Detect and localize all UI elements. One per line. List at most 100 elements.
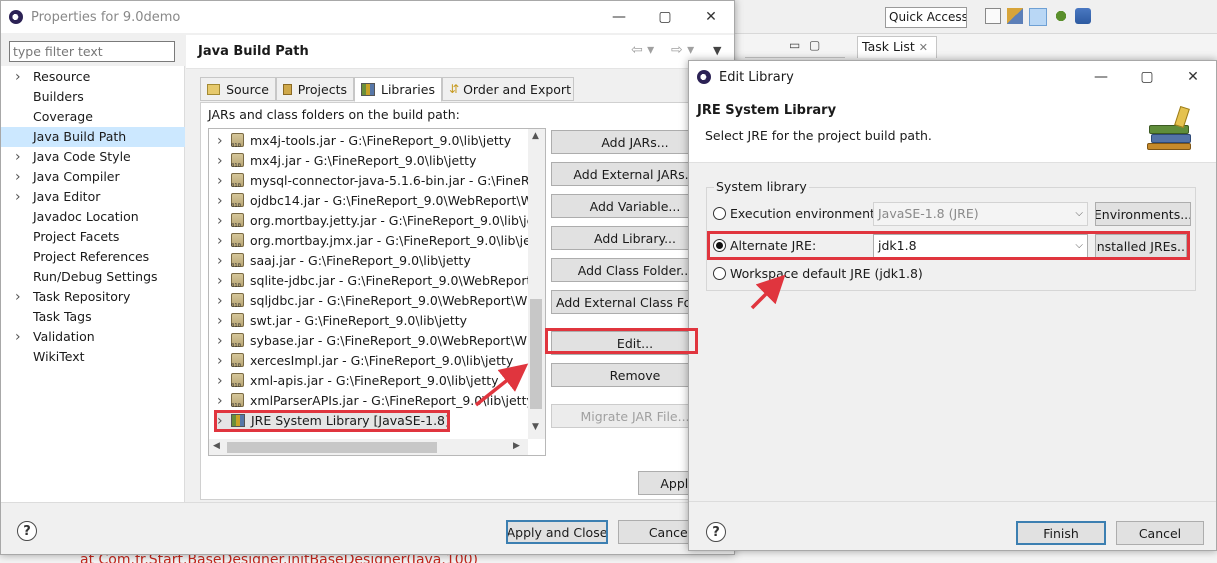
back-arrow-icon[interactable]: ⇦ ▾ bbox=[631, 42, 654, 58]
jar-item[interactable]: › xml-apis.jar - G:\FineReport_9.0\lib\je… bbox=[217, 371, 499, 396]
filter-input[interactable]: type filter text bbox=[9, 41, 175, 62]
chevron-right-icon[interactable]: › bbox=[217, 411, 231, 431]
tab-projects[interactable]: Projects bbox=[276, 77, 354, 101]
perspective-toolbar bbox=[985, 8, 1105, 28]
open-perspective-icon[interactable] bbox=[985, 8, 1001, 24]
chevron-right-icon[interactable]: › bbox=[15, 67, 33, 87]
chevron-right-icon[interactable]: › bbox=[217, 171, 231, 191]
jar-item[interactable]: › mx4j.jar - G:\FineReport_9.0\lib\jetty bbox=[217, 151, 476, 176]
quick-access-input[interactable]: Quick Access bbox=[885, 7, 967, 28]
view-menu-icon[interactable]: ▼ bbox=[713, 44, 721, 57]
chevron-right-icon[interactable]: › bbox=[217, 331, 231, 351]
chevron-right-icon[interactable]: › bbox=[217, 291, 231, 311]
jar-icon bbox=[231, 393, 244, 416]
apply-and-close-button[interactable]: Apply and Close bbox=[506, 520, 608, 544]
horizontal-scrollbar[interactable]: ◀ ▶ bbox=[209, 439, 528, 455]
nav-item[interactable]: Builders bbox=[1, 87, 185, 107]
chevron-right-icon[interactable]: › bbox=[217, 151, 231, 171]
nav-item[interactable]: › Java Compiler bbox=[1, 167, 185, 187]
close-icon[interactable]: ✕ bbox=[919, 41, 928, 54]
jar-item[interactable]: › ojdbc14.jar - G:\FineReport_9.0\WebRepo… bbox=[217, 191, 529, 216]
jar-item[interactable]: › mysql-connector-java-5.1.6-bin.jar - G:… bbox=[217, 171, 529, 196]
chevron-right-icon[interactable]: › bbox=[217, 191, 231, 211]
minimize-window-icon[interactable]: — bbox=[596, 1, 642, 33]
maximize-icon[interactable]: ▢ bbox=[809, 38, 820, 52]
finish-button[interactable]: Finish bbox=[1016, 521, 1106, 545]
nav-item[interactable]: › Resource bbox=[1, 67, 185, 87]
nav-item[interactable]: Task Tags bbox=[1, 307, 185, 327]
chevron-right-icon[interactable]: › bbox=[217, 371, 231, 391]
jar-item[interactable]: › sqljdbc.jar - G:\FineReport_9.0\WebRepo… bbox=[217, 291, 529, 316]
chevron-right-icon[interactable]: › bbox=[217, 311, 231, 331]
minimize-icon[interactable]: ▭ bbox=[789, 38, 800, 52]
chevron-right-icon[interactable]: › bbox=[15, 287, 33, 307]
vertical-scrollbar[interactable]: ▲ ▼ bbox=[528, 129, 545, 439]
debug-perspective-icon[interactable] bbox=[1053, 8, 1069, 24]
scroll-right-icon[interactable]: ▶ bbox=[513, 441, 520, 451]
alternate-jre-select[interactable]: jdk1.8 ⌵ bbox=[873, 234, 1088, 258]
jar-item[interactable]: › org.mortbay.jmx.jar - G:\FineReport_9.0… bbox=[217, 231, 529, 256]
tab-libraries[interactable]: Libraries bbox=[354, 77, 442, 102]
nav-item[interactable]: Java Build Path bbox=[1, 127, 185, 147]
chevron-right-icon[interactable]: › bbox=[15, 327, 33, 347]
environments-button[interactable]: Environments... bbox=[1095, 202, 1191, 226]
jar-item[interactable]: › sybase.jar - G:\FineReport_9.0\WebRepor… bbox=[217, 331, 529, 356]
chevron-down-icon: ⌵ bbox=[1075, 208, 1083, 219]
nav-item[interactable]: › Task Repository bbox=[1, 287, 185, 307]
forward-arrow-icon[interactable]: ⇨ ▾ bbox=[671, 42, 694, 58]
maximize-window-icon[interactable]: ▢ bbox=[642, 1, 688, 33]
alternate-jre-radio[interactable]: Alternate JRE: bbox=[713, 238, 816, 253]
nav-item[interactable]: › Validation bbox=[1, 327, 185, 347]
scroll-left-icon[interactable]: ◀ bbox=[213, 441, 220, 451]
chevron-right-icon[interactable]: › bbox=[217, 271, 231, 291]
installed-jres-button[interactable]: Installed JREs... bbox=[1095, 234, 1187, 258]
scroll-down-icon[interactable]: ▼ bbox=[532, 422, 539, 432]
help-icon[interactable]: ? bbox=[706, 522, 726, 542]
chevron-right-icon[interactable]: › bbox=[217, 131, 231, 151]
nav-item[interactable]: WikiText bbox=[1, 347, 185, 367]
jar-item[interactable]: › org.mortbay.jetty.jar - G:\FineReport_9… bbox=[217, 211, 529, 236]
execution-environment-radio[interactable]: Execution environment: bbox=[713, 206, 879, 221]
nav-item[interactable]: › Java Code Style bbox=[1, 147, 185, 167]
nav-item[interactable]: › Java Editor bbox=[1, 187, 185, 207]
tab-source-label: Source bbox=[226, 81, 269, 97]
jar-item[interactable]: › mx4j-tools.jar - G:\FineReport_9.0\lib\… bbox=[217, 131, 511, 156]
java-ee-perspective-icon[interactable] bbox=[1007, 8, 1023, 24]
nav-item[interactable]: Javadoc Location bbox=[1, 207, 185, 227]
chevron-right-icon[interactable]: › bbox=[217, 391, 231, 411]
jre-system-library-item[interactable]: › JRE System Library [JavaSE-1.8] bbox=[217, 411, 450, 431]
scroll-up-icon[interactable]: ▲ bbox=[532, 131, 539, 141]
chevron-right-icon[interactable]: › bbox=[217, 211, 231, 231]
chevron-right-icon[interactable]: › bbox=[217, 231, 231, 251]
maximize-window-icon[interactable]: ▢ bbox=[1124, 61, 1170, 93]
chevron-right-icon[interactable]: › bbox=[15, 167, 33, 187]
team-perspective-icon[interactable] bbox=[1075, 8, 1091, 24]
nav-item[interactable]: Project Facets bbox=[1, 227, 185, 247]
hscroll-thumb[interactable] bbox=[227, 442, 437, 453]
close-window-icon[interactable]: ✕ bbox=[688, 1, 734, 33]
chevron-right-icon[interactable]: › bbox=[15, 147, 33, 167]
jar-item[interactable]: › swt.jar - G:\FineReport_9.0\lib\jetty bbox=[217, 311, 467, 336]
chevron-right-icon[interactable]: › bbox=[15, 187, 33, 207]
jar-item[interactable]: › sqlite-jdbc.jar - G:\FineReport_9.0\Web… bbox=[217, 271, 529, 296]
chevron-right-icon[interactable]: › bbox=[217, 351, 231, 371]
execution-environment-select[interactable]: JavaSE-1.8 (JRE) ⌵ bbox=[873, 202, 1088, 226]
cancel-button[interactable]: Cancel bbox=[1116, 521, 1204, 545]
tab-source[interactable]: Source bbox=[200, 77, 276, 101]
editor-view-minmax: ▭ ▢ bbox=[745, 36, 845, 58]
workspace-default-radio[interactable]: Workspace default JRE (jdk1.8) bbox=[713, 266, 923, 281]
jar-item[interactable]: › saaj.jar - G:\FineReport_9.0\lib\jetty bbox=[217, 251, 471, 276]
scroll-thumb[interactable] bbox=[530, 299, 542, 409]
jar-item[interactable]: › xercesImpl.jar - G:\FineReport_9.0\lib\… bbox=[217, 351, 513, 376]
nav-item[interactable]: Run/Debug Settings bbox=[1, 267, 185, 287]
nav-item[interactable]: Project References bbox=[1, 247, 185, 267]
tab-order-export[interactable]: ⇵ Order and Export bbox=[442, 77, 574, 101]
java-perspective-icon[interactable] bbox=[1029, 8, 1047, 26]
close-window-icon[interactable]: ✕ bbox=[1170, 61, 1216, 93]
chevron-right-icon[interactable]: › bbox=[217, 251, 231, 271]
nav-item[interactable]: Coverage bbox=[1, 107, 185, 127]
minimize-window-icon[interactable]: — bbox=[1078, 61, 1124, 93]
help-icon[interactable]: ? bbox=[17, 521, 37, 541]
jar-item[interactable]: › xmlParserAPIs.jar - G:\FineReport_9.0\l… bbox=[217, 391, 529, 416]
task-list-view-tab[interactable]: Task List ✕ bbox=[857, 36, 937, 58]
